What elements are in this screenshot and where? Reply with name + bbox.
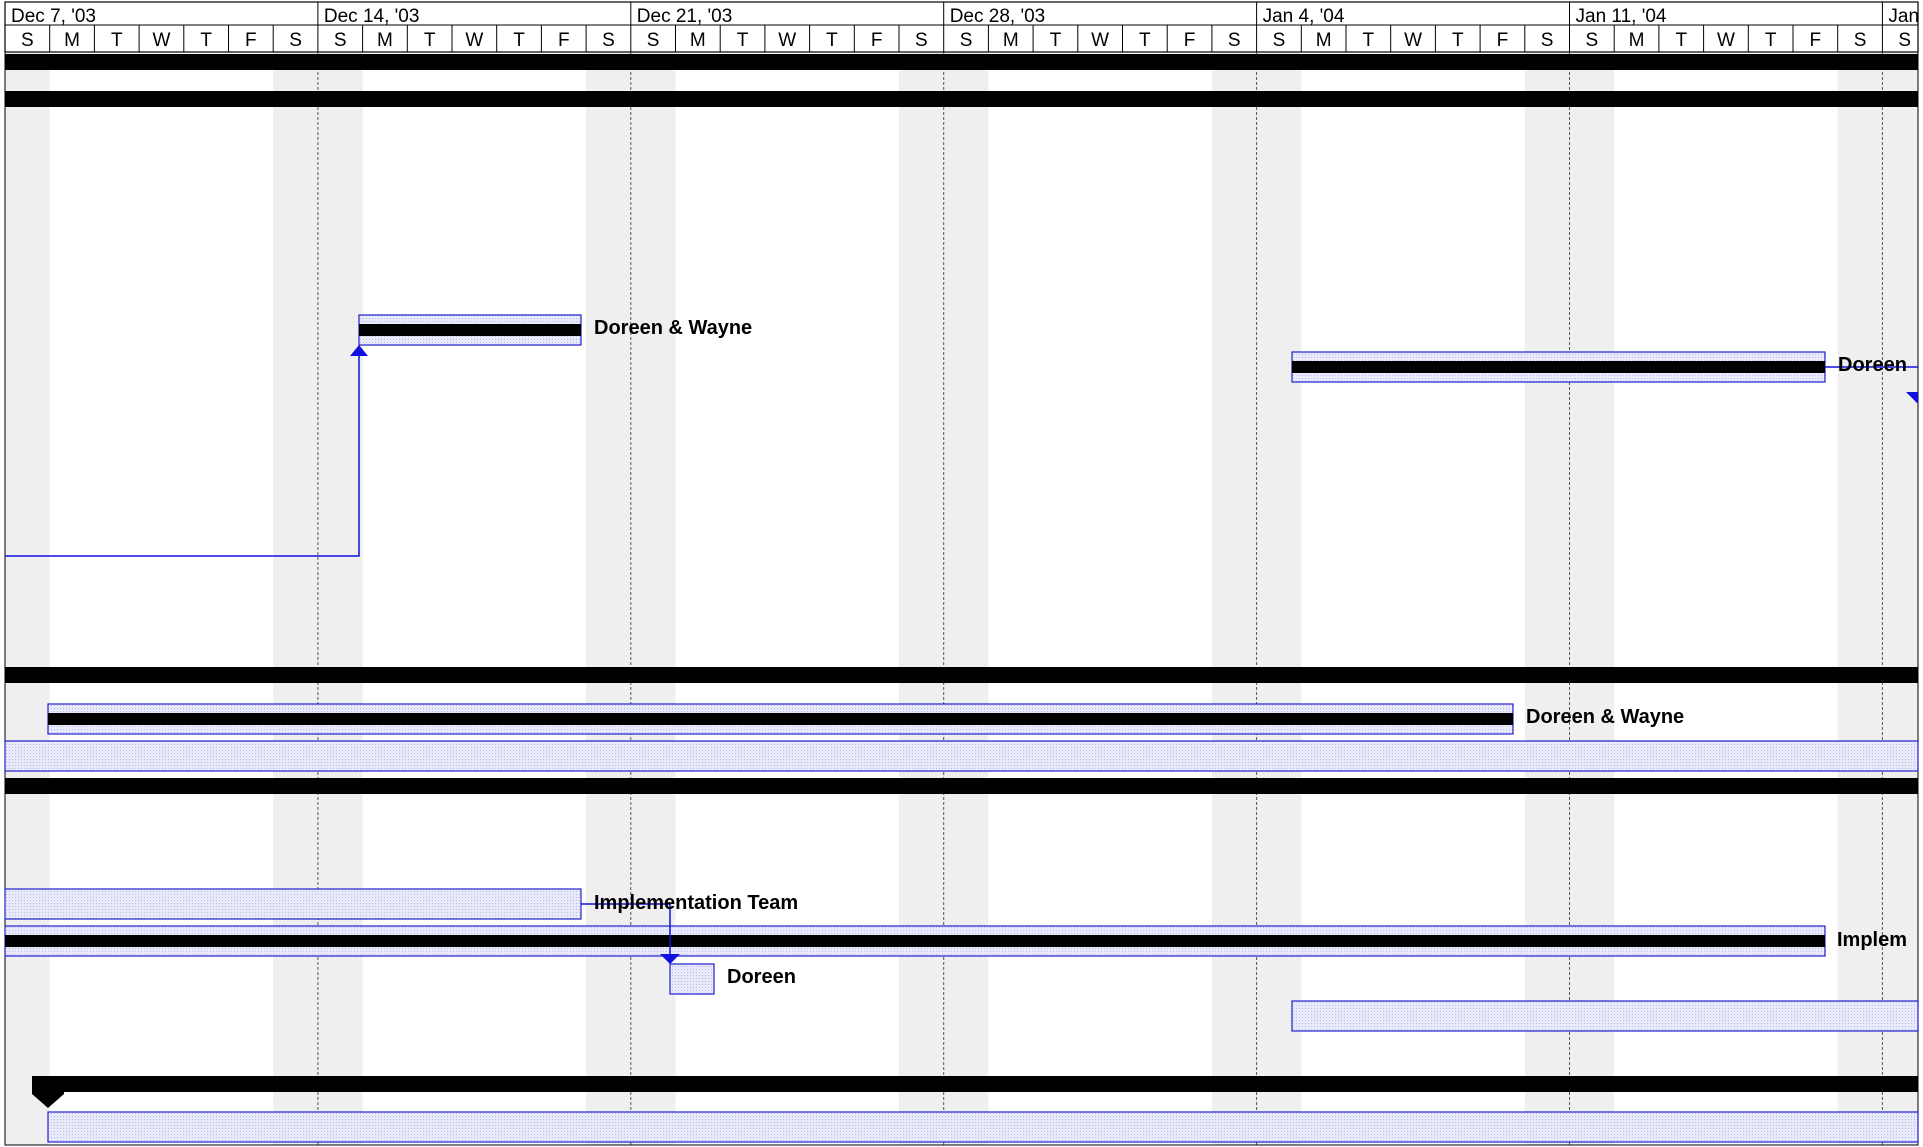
day-label: F: [1184, 30, 1196, 51]
task-progress-bar: [5, 935, 1825, 947]
day-label: T: [1452, 30, 1464, 51]
nonworking-day: [1256, 52, 1302, 1145]
day-label: T: [424, 30, 436, 51]
day-label: W: [1717, 30, 1735, 51]
day-label: F: [871, 30, 883, 51]
task-progress-bar: [1292, 361, 1825, 373]
nonworking-day: [586, 52, 631, 1145]
day-label: T: [200, 30, 212, 51]
day-label: S: [1586, 30, 1599, 51]
timescale-header: Dec 7, '03 Dec 14, '03 Dec 21, '03 Dec 28, …: [4, 1, 1919, 53]
day-label: S: [647, 30, 660, 51]
day-label: S: [960, 30, 973, 51]
day-label: T: [111, 30, 123, 51]
nonworking-day: [1882, 52, 1918, 1145]
day-label: F: [1497, 30, 1509, 51]
day-label: W: [1091, 30, 1109, 51]
task-bar[interactable]: [669, 963, 715, 995]
day-label: M: [690, 30, 706, 51]
nonworking-day: [1211, 52, 1257, 1145]
resource-label: Doreen: [1838, 354, 1907, 376]
summary-bar[interactable]: [5, 667, 1918, 683]
summary-bar[interactable]: [5, 778, 1918, 794]
day-label: W: [152, 30, 170, 51]
gantt-chart-view[interactable]: Dec 7, '03 Dec 14, '03 Dec 21, '03 Dec 28, …: [0, 0, 1923, 1147]
day-label: T: [737, 30, 749, 51]
week-label: Jan 4, '04: [1263, 6, 1345, 27]
week-label: Dec 21, '03: [637, 6, 733, 27]
day-label: S: [915, 30, 928, 51]
week-gridlines: [317, 52, 1883, 1145]
task-progress-bar: [359, 324, 581, 336]
summary-bar[interactable]: [5, 91, 1918, 107]
summary-bar[interactable]: [5, 54, 1918, 70]
day-label: S: [1898, 30, 1911, 51]
day-label: W: [1404, 30, 1422, 51]
summary-bar[interactable]: [48, 1076, 1918, 1092]
day-label: S: [21, 30, 34, 51]
nonworking-day: [317, 52, 363, 1145]
day-label: T: [1363, 30, 1375, 51]
day-label: T: [1675, 30, 1687, 51]
task-progress-bar: [48, 713, 1513, 725]
resource-label: Implementation Team: [594, 892, 798, 914]
resource-label: Doreen & Wayne: [1526, 706, 1684, 728]
day-label: S: [334, 30, 347, 51]
day-label: T: [1765, 30, 1777, 51]
day-label: M: [1629, 30, 1645, 51]
week-label: Jan: [1888, 6, 1919, 27]
nonworking-shading: [5, 52, 1918, 1145]
task-bar[interactable]: [4, 740, 1919, 772]
day-label: S: [1273, 30, 1286, 51]
day-label: F: [558, 30, 570, 51]
day-label: T: [1050, 30, 1062, 51]
day-label: S: [1228, 30, 1241, 51]
day-label: S: [1854, 30, 1867, 51]
day-label: S: [1541, 30, 1554, 51]
week-label: Dec 14, '03: [324, 6, 420, 27]
resource-label: Implem: [1837, 929, 1907, 951]
day-label: S: [602, 30, 615, 51]
day-label: W: [778, 30, 796, 51]
week-label: Dec 7, '03: [11, 6, 96, 27]
nonworking-day: [5, 52, 50, 1145]
day-label: F: [1810, 30, 1822, 51]
resource-label: Doreen & Wayne: [594, 317, 752, 339]
nonworking-day: [1837, 52, 1883, 1145]
nonworking-day: [630, 52, 676, 1145]
task-bar[interactable]: [4, 888, 582, 920]
day-label: T: [826, 30, 838, 51]
day-label: W: [465, 30, 483, 51]
nonworking-day: [943, 52, 989, 1145]
nonworking-day: [1524, 52, 1570, 1145]
day-label: M: [1003, 30, 1019, 51]
nonworking-day: [1569, 52, 1615, 1145]
nonworking-day: [273, 52, 318, 1145]
day-label: M: [377, 30, 393, 51]
day-label: S: [289, 30, 302, 51]
day-label: M: [64, 30, 80, 51]
task-bar[interactable]: [1291, 1000, 1919, 1032]
day-label: F: [245, 30, 257, 51]
week-label: Dec 28, '03: [950, 6, 1046, 27]
week-label: Jan 11, '04: [1576, 6, 1667, 27]
day-label: T: [513, 30, 525, 51]
day-label: T: [1139, 30, 1151, 51]
day-label: M: [1316, 30, 1332, 51]
task-bar[interactable]: [47, 1111, 1919, 1143]
nonworking-day: [899, 52, 944, 1145]
resource-label: Doreen: [727, 966, 796, 988]
